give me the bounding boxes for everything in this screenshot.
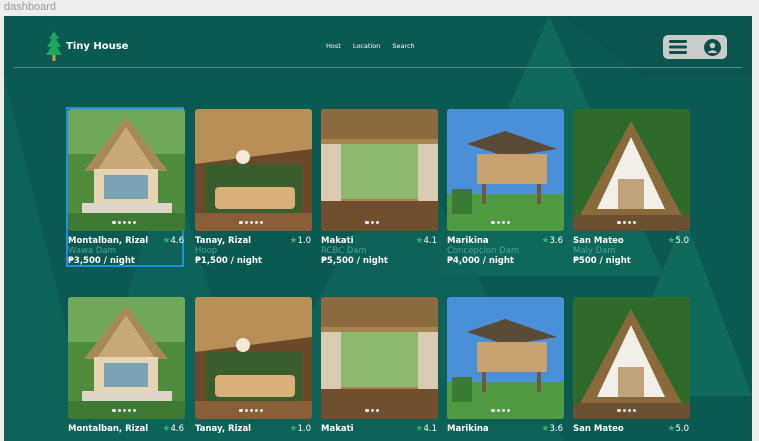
rating-value: 3.6 — [549, 424, 563, 434]
listing-rating: ★1.0 — [289, 424, 311, 434]
rating-value: 4.6 — [170, 236, 184, 246]
rating-value: 5.0 — [675, 236, 689, 246]
user-menu-button[interactable] — [663, 35, 727, 59]
listing-rating: ★4.6 — [162, 424, 184, 434]
pine-tree-icon — [46, 31, 62, 61]
carousel-dots[interactable] — [491, 408, 510, 412]
listing-rating: ★4.1 — [415, 424, 437, 434]
carousel-dots[interactable] — [112, 408, 136, 412]
listing-place: Wawa Dam — [68, 246, 116, 256]
listing-card[interactable]: San Mateo ★5.0 Maly Dam ₱500 / night — [573, 109, 691, 266]
listing-card[interactable]: Marikina ★3.6 Concepcion Dam ₱4,000 / ni… — [447, 109, 565, 266]
hamburger-menu-icon[interactable] — [669, 40, 687, 54]
rating-value: 5.0 — [675, 424, 689, 434]
listing-location: Makati — [321, 424, 354, 434]
listing-price: ₱1,500 / night — [195, 256, 262, 266]
rating-value: 4.6 — [170, 424, 184, 434]
rating-value: 1.0 — [297, 236, 311, 246]
listing-price: ₱3,500 / night — [68, 256, 135, 266]
carousel-dots[interactable] — [239, 408, 263, 412]
listing-location: San Mateo — [573, 236, 624, 246]
carousel-dots[interactable] — [617, 220, 636, 224]
listing-card[interactable]: Tanay, Rizal ★1.0 Hoop ₱1,500 / night — [195, 109, 313, 266]
listing-place: Hoop — [195, 246, 218, 256]
top-header: Tiny House Host Location Search — [4, 16, 752, 68]
listing-rating: ★5.0 — [667, 236, 689, 246]
listing-rating: ★3.6 — [541, 236, 563, 246]
listing-card[interactable]: Montalban, Rizal ★4.6 — [68, 297, 186, 441]
listing-photo[interactable] — [447, 297, 564, 419]
listing-rating: ★1.0 — [289, 236, 311, 246]
rating-value: 4.1 — [423, 424, 437, 434]
dashboard-frame: Tiny House Host Location Search Montalba… — [4, 16, 752, 441]
listing-location: Marikina — [447, 236, 489, 246]
carousel-dots[interactable] — [239, 220, 263, 224]
nav-location[interactable]: Location — [353, 42, 381, 50]
listing-photo[interactable] — [447, 109, 564, 231]
rating-value: 1.0 — [297, 424, 311, 434]
listing-photo[interactable] — [195, 297, 312, 419]
carousel-dots[interactable] — [617, 408, 636, 412]
listing-photo[interactable] — [68, 109, 185, 231]
rating-value: 3.6 — [549, 236, 563, 246]
listing-location: Montalban, Rizal — [68, 424, 149, 434]
listing-location: Makati — [321, 236, 354, 246]
listing-rating: ★4.1 — [415, 236, 437, 246]
listing-card[interactable]: Tanay, Rizal ★1.0 — [195, 297, 313, 441]
header-divider — [14, 67, 742, 68]
frame-label: dashboard — [4, 1, 56, 13]
carousel-dots[interactable] — [365, 408, 379, 412]
listing-photo[interactable] — [195, 109, 312, 231]
brand-name: Tiny House — [66, 40, 129, 52]
listing-price: ₱5,500 / night — [321, 256, 388, 266]
listing-card[interactable]: Makati ★4.1 RCBC Dam ₱5,500 / night — [321, 109, 439, 266]
listing-rating: ★4.6 — [162, 236, 184, 246]
listing-location: Tanay, Rizal — [195, 236, 252, 246]
nav-search[interactable]: Search — [392, 42, 414, 50]
listing-card[interactable]: Montalban, Rizal ★4.6 Wawa Dam ₱3,500 / … — [66, 107, 186, 267]
listing-photo[interactable] — [573, 109, 690, 231]
listing-place: Maly Dam — [573, 246, 616, 256]
listing-photo[interactable] — [321, 297, 438, 419]
listing-card[interactable]: Makati ★4.1 — [321, 297, 439, 441]
listing-card[interactable]: San Mateo ★5.0 — [573, 297, 691, 441]
brand-logo[interactable]: Tiny House — [46, 30, 128, 62]
listing-location: Marikina — [447, 424, 489, 434]
listing-rating: ★3.6 — [541, 424, 563, 434]
listing-photo[interactable] — [321, 109, 438, 231]
listing-place: RCBC Dam — [321, 246, 367, 256]
listing-price: ₱500 / night — [573, 256, 631, 266]
carousel-dots[interactable] — [112, 220, 136, 224]
listing-photo[interactable] — [68, 297, 185, 419]
listing-photo[interactable] — [573, 297, 690, 419]
listing-location: Montalban, Rizal — [68, 236, 149, 246]
listing-place: Concepcion Dam — [447, 246, 520, 256]
listing-card[interactable]: Marikina ★3.6 — [447, 297, 565, 441]
rating-value: 4.1 — [423, 236, 437, 246]
listing-location: Tanay, Rizal — [195, 424, 252, 434]
listing-rating: ★5.0 — [667, 424, 689, 434]
listing-location: San Mateo — [573, 424, 624, 434]
main-nav: Host Location Search — [326, 42, 415, 50]
listing-price: ₱4,000 / night — [447, 256, 514, 266]
user-circle-icon[interactable] — [704, 38, 721, 56]
carousel-dots[interactable] — [365, 220, 379, 224]
nav-host[interactable]: Host — [326, 42, 341, 50]
carousel-dots[interactable] — [491, 220, 510, 224]
